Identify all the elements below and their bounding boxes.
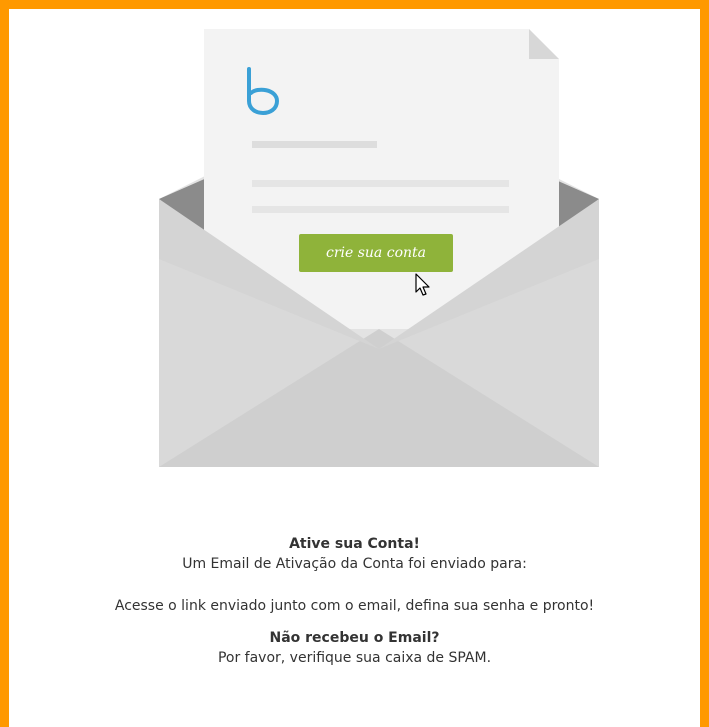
create-account-button[interactable]: crie sua conta <box>299 234 453 272</box>
activate-title: Ative sua Conta! <box>289 536 420 552</box>
not-received-title: Não recebeu o Email? <box>269 630 440 646</box>
spam-message: Por favor, verifique sua caixa de SPAM. <box>217 650 492 666</box>
instructions-text: Acesse o link enviado junto com o email,… <box>114 598 595 614</box>
activate-message: Um Email de Ativação da Conta foi enviad… <box>182 556 527 572</box>
message-block: Ative sua Conta! Um Email de Ativação da… <box>9 534 700 668</box>
activation-panel: crie sua conta Ative sua Conta! Um Email… <box>9 9 700 727</box>
mouse-pointer-icon <box>414 272 434 298</box>
